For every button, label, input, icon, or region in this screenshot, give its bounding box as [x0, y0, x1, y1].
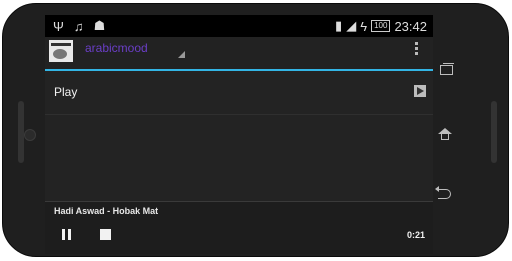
player-bar: Hadi Aswad - Hobak Mat 0:21 [45, 201, 433, 254]
playback-time: 0:21 [406, 230, 425, 240]
status-bar: Ψ ♫ ☗ ▮ ◢ ϟ 100 23:42 [45, 15, 433, 37]
phone-frame: Ψ ♫ ☗ ▮ ◢ ϟ 100 23:42 arabicmood Play Ha… [2, 3, 509, 257]
back-icon[interactable] [435, 186, 451, 199]
charging-icon: ϟ [360, 18, 368, 34]
action-bar: arabicmood [45, 37, 433, 71]
battery-indicator: 100 [371, 20, 391, 32]
navigation-bar [435, 59, 454, 209]
front-camera [24, 129, 36, 141]
status-time: 23:42 [394, 18, 427, 34]
music-note-icon: ♫ [73, 18, 84, 34]
spinner-indicator-icon[interactable] [178, 51, 185, 58]
list-item-label: Play [54, 85, 78, 99]
pause-button[interactable] [61, 229, 72, 240]
speaker-left [18, 101, 24, 163]
play-icon[interactable] [414, 85, 426, 97]
app-logo-icon[interactable] [49, 40, 73, 62]
speaker-right [491, 101, 497, 163]
signal-icon: ◢ [346, 18, 357, 33]
recent-apps-icon[interactable] [440, 63, 454, 75]
home-icon[interactable] [438, 128, 453, 140]
overflow-menu-icon[interactable] [415, 42, 419, 57]
android-icon: ☗ [93, 18, 106, 33]
stop-button[interactable] [100, 229, 111, 240]
list-item-play[interactable]: Play [45, 72, 433, 115]
vibrate-icon: ▮ [335, 18, 343, 33]
app-title[interactable]: arabicmood [85, 41, 148, 55]
usb-icon: Ψ [53, 18, 64, 34]
track-title: Hadi Aswad - Hobak Mat [54, 206, 159, 216]
screen: Ψ ♫ ☗ ▮ ◢ ϟ 100 23:42 arabicmood Play Ha… [45, 15, 433, 254]
